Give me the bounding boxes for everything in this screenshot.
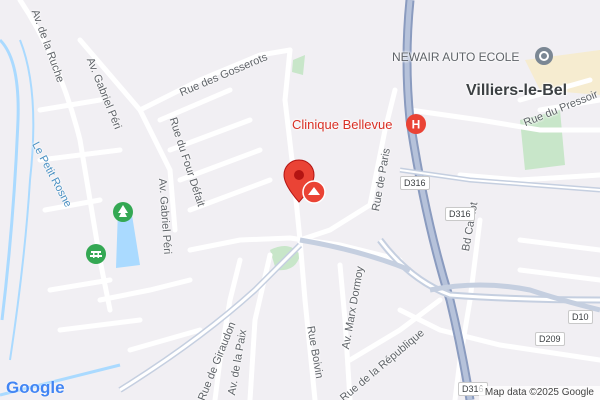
- clinic-icon[interactable]: H: [405, 113, 427, 135]
- map-canvas[interactable]: Av. de la Ruche Av. Gabriel Péri Av. Gab…: [0, 0, 600, 400]
- road-shield-d209: D209: [535, 332, 565, 346]
- svg-text:H: H: [412, 118, 421, 132]
- road-shield-d316-a: D316: [400, 176, 430, 190]
- driving-school-icon[interactable]: [534, 46, 554, 66]
- poi-clinic-label[interactable]: Clinique Bellevue: [292, 117, 392, 132]
- park-tree-icon[interactable]: [112, 201, 134, 223]
- place-marker-icon[interactable]: [302, 180, 326, 204]
- map-attribution[interactable]: Map data ©2025 Google: [478, 386, 600, 400]
- road-shield-d316-b: D316: [445, 207, 475, 221]
- poi-driving-school-label[interactable]: NEWAIR AUTO ECOLE: [392, 50, 519, 64]
- google-logo: Google: [6, 378, 65, 397]
- road-shield-d10: D10: [568, 310, 593, 324]
- picnic-icon[interactable]: [85, 243, 107, 265]
- town-label: Villiers-le-Bel: [466, 82, 568, 99]
